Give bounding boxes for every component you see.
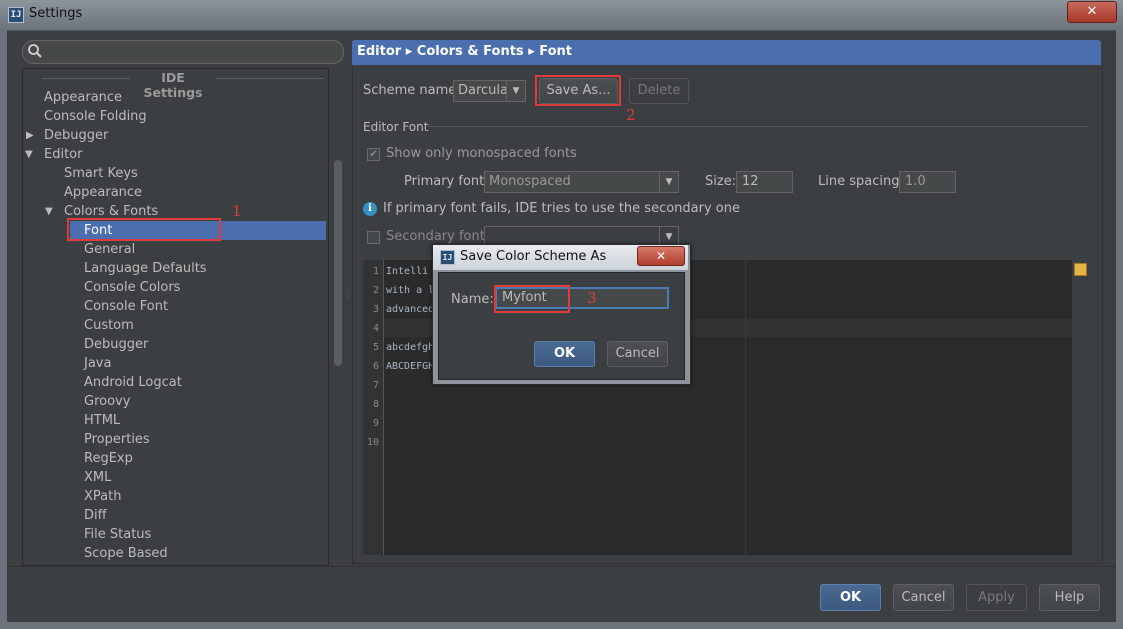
secondary-font-label: Secondary font: [386,229,490,244]
dialog-name-label: Name: [451,292,494,307]
dialog-close-button[interactable]: ✕ [637,246,685,266]
fallback-info-text: If primary font fails, IDE tries to use … [383,201,740,216]
annotation-number-1: 1 [232,202,242,220]
line-number: 6 [372,361,379,372]
line-spacing-input[interactable]: 1.0 [899,171,956,193]
primary-font-value: Monospaced [489,174,571,189]
footer-divider [7,566,1116,567]
collapse-arrow-icon[interactable]: ▼ [25,145,33,164]
header-divider [216,78,324,79]
app-icon: IJ [8,7,24,23]
tree-item-android-logcat[interactable]: Android Logcat [84,373,182,392]
preview-code-line: with a l [386,285,435,296]
font-size-input[interactable]: 12 [736,171,793,193]
annotation-number-3: 3 [587,289,597,307]
search-icon [27,43,43,59]
expand-arrow-icon[interactable]: ▶ [26,126,34,145]
secondary-font-checkbox[interactable] [367,231,380,244]
ok-button[interactable]: OK [820,584,881,611]
error-stripe-marker[interactable] [1074,263,1087,276]
editor-font-section-label: Editor Font [363,120,429,134]
monospaced-label: Show only monospaced fonts [386,146,577,161]
window-close-button[interactable]: ✕ [1067,1,1117,23]
tree-item-editor-appearance[interactable]: Appearance [64,183,142,202]
preview-code-line: Intelli [386,266,429,277]
line-number: 9 [372,418,379,429]
tree-item-smart-keys[interactable]: Smart Keys [64,164,138,183]
line-number: 10 [366,437,379,448]
window-frame-left [0,30,7,629]
tree-item-xml[interactable]: XML [84,468,111,487]
delete-button[interactable]: Delete [629,78,689,104]
header-divider [42,78,130,79]
line-number: 3 [372,304,379,315]
annotation-number-2: 2 [626,106,636,124]
info-icon: i [363,202,377,216]
tree-item-language-defaults[interactable]: Language Defaults [84,259,207,278]
dropdown-arrow-icon: ▼ [506,81,525,101]
line-number: 8 [372,399,379,410]
tree-item-console-font[interactable]: Console Font [84,297,168,316]
preview-code-line: advanced [386,304,435,315]
right-margin-guide [745,260,746,555]
dropdown-arrow-icon: ▼ [659,172,678,192]
tree-header-ide-settings: IDE Settings [143,70,203,100]
scheme-name-select[interactable]: Darcula ▼ [453,80,526,102]
section-divider [428,126,1088,127]
annotation-box-2 [535,75,621,106]
cancel-button[interactable]: Cancel [893,584,954,611]
tree-item-console-colors[interactable]: Console Colors [84,278,180,297]
line-number: 1 [372,266,379,277]
window-titlebar [0,0,1123,31]
collapse-arrow-icon[interactable]: ▼ [45,202,53,221]
preview-code-line: abcdefgh [386,342,435,353]
tree-item-custom[interactable]: Custom [84,316,134,335]
help-button[interactable]: Help [1039,584,1100,611]
annotation-box-1 [67,218,221,241]
app-icon: IJ [440,250,455,265]
dialog-ok-button[interactable]: OK [534,341,595,367]
tree-item-general[interactable]: General [84,240,135,259]
settings-search-input[interactable] [22,40,344,64]
window-title: Settings [29,6,83,21]
tree-item-properties[interactable]: Properties [84,430,150,449]
tree-item-debugger[interactable]: Debugger [44,126,108,145]
line-number: 2 [372,285,379,296]
scheme-name-value: Darcula [458,83,509,98]
line-spacing-label: Line spacing: [818,174,904,189]
line-number: 7 [372,380,379,391]
line-number: 4 [372,323,379,334]
scheme-name-label: Scheme name: [363,83,461,98]
preview-code-line: ABCDEFGH [386,361,435,372]
tree-item-appearance[interactable]: Appearance [44,88,122,107]
tree-item-scope-based[interactable]: Scope Based [84,544,168,563]
tree-item-xpath[interactable]: XPath [84,487,121,506]
tree-item-console-folding[interactable]: Console Folding [44,107,147,126]
tree-item-groovy[interactable]: Groovy [84,392,130,411]
tree-item-editor[interactable]: Editor [44,145,82,164]
dialog-cancel-button[interactable]: Cancel [607,341,668,367]
apply-button[interactable]: Apply [966,584,1027,611]
dialog-title: Save Color Scheme As [460,249,607,264]
line-number: 5 [372,342,379,353]
monospaced-checkbox[interactable]: ✔ [367,148,380,161]
breadcrumb: Editor ▸ Colors & Fonts ▸ Font [357,44,572,59]
tree-item-regexp[interactable]: RegExp [84,449,133,468]
tree-item-diff[interactable]: Diff [84,506,107,525]
tree-item-html[interactable]: HTML [84,411,120,430]
tree-item-java[interactable]: Java [84,354,111,373]
tree-scrollbar-thumb[interactable] [334,160,342,366]
tree-item-file-status[interactable]: File Status [84,525,151,544]
size-label: Size: [705,174,737,189]
primary-font-select[interactable]: Monospaced ▼ [484,171,679,193]
splitter-handle[interactable]: ⋮ [344,290,352,306]
window-frame-bottom [0,622,1123,629]
primary-font-label: Primary font: [404,174,489,189]
window-frame-right [1116,30,1123,629]
tree-item-debugger-colors[interactable]: Debugger [84,335,148,354]
annotation-box-3 [494,285,570,313]
